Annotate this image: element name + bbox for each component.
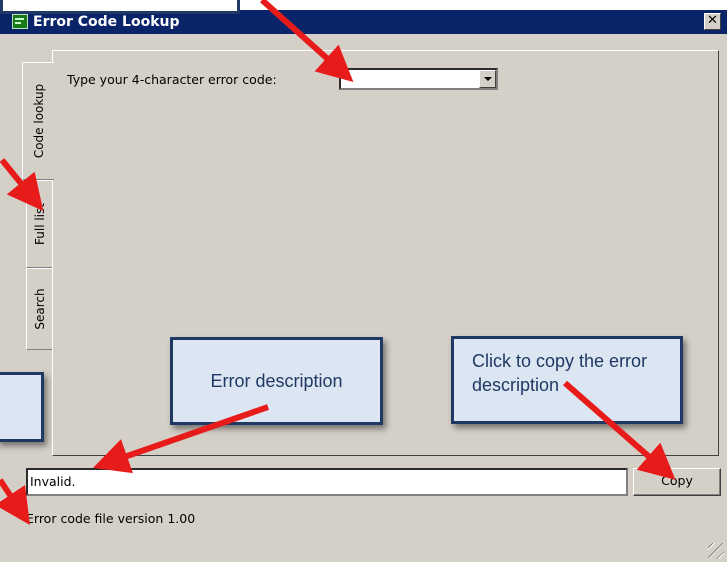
window-title: Error Code Lookup [33, 14, 180, 30]
error-description-field[interactable]: Invalid. [26, 468, 628, 496]
callout-top-fragment [0, 0, 240, 14]
tab-label: Code lookup [31, 83, 46, 159]
app-icon [12, 14, 28, 29]
status-bar-text: Error code file version 1.00 [26, 511, 196, 526]
copy-button-label: Copy [661, 473, 693, 488]
tab-label: Search [32, 288, 47, 330]
copy-button[interactable]: Copy [633, 468, 721, 496]
resize-grip-icon[interactable] [708, 543, 724, 559]
error-code-combobox[interactable] [339, 68, 498, 90]
callout-text: Error description [210, 371, 343, 391]
error-code-prompt: Type your 4-character error code: [67, 72, 277, 87]
close-icon: ✕ [707, 13, 718, 28]
chevron-down-icon[interactable] [479, 70, 496, 88]
callout-left-fragment [0, 372, 44, 442]
error-code-lookup-window: Error Code Lookup ✕ Code lookup Full lis… [0, 10, 727, 562]
tab-code-lookup[interactable]: Code lookup [22, 62, 54, 180]
tab-label: Full list [32, 203, 47, 245]
callout-error-description: Error description [170, 337, 383, 425]
close-button[interactable]: ✕ [704, 13, 721, 30]
tab-search[interactable]: Search [26, 268, 52, 350]
tab-full-list[interactable]: Full list [26, 180, 52, 268]
callout-text: Click to copy the error description [472, 351, 648, 395]
callout-copy-hint: Click to copy the error description [451, 336, 683, 424]
